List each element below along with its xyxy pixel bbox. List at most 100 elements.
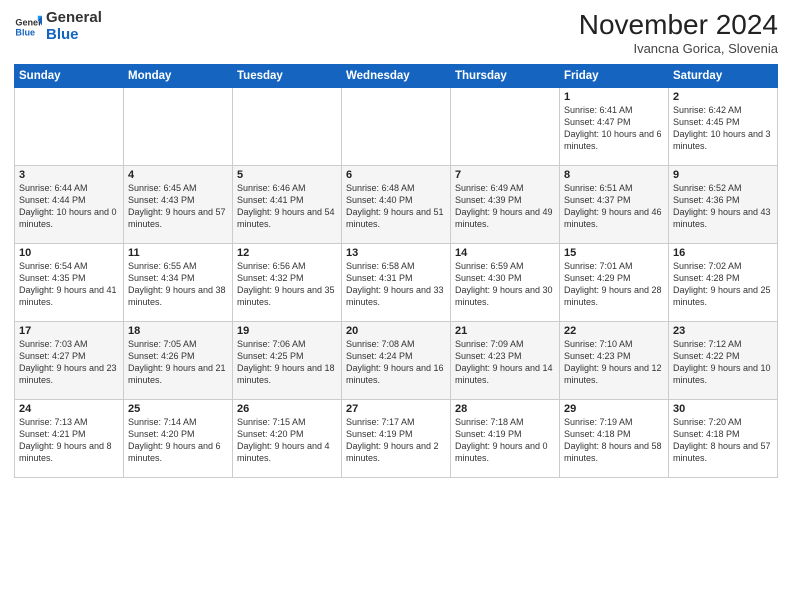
week-row-4: 17Sunrise: 7:03 AM Sunset: 4:27 PM Dayli… bbox=[15, 321, 778, 399]
day-number: 7 bbox=[455, 169, 555, 181]
day-info: Sunrise: 6:42 AM Sunset: 4:45 PM Dayligh… bbox=[673, 104, 773, 153]
day-cell: 6Sunrise: 6:48 AM Sunset: 4:40 PM Daylig… bbox=[342, 165, 451, 243]
day-cell: 18Sunrise: 7:05 AM Sunset: 4:26 PM Dayli… bbox=[124, 321, 233, 399]
day-cell: 2Sunrise: 6:42 AM Sunset: 4:45 PM Daylig… bbox=[669, 87, 778, 165]
day-number: 24 bbox=[19, 403, 119, 415]
day-cell bbox=[124, 87, 233, 165]
calendar-header-row: Sunday Monday Tuesday Wednesday Thursday… bbox=[15, 64, 778, 87]
svg-text:Blue: Blue bbox=[15, 27, 35, 37]
day-info: Sunrise: 6:41 AM Sunset: 4:47 PM Dayligh… bbox=[564, 104, 664, 153]
day-info: Sunrise: 7:17 AM Sunset: 4:19 PM Dayligh… bbox=[346, 416, 446, 465]
day-cell: 17Sunrise: 7:03 AM Sunset: 4:27 PM Dayli… bbox=[15, 321, 124, 399]
day-info: Sunrise: 7:03 AM Sunset: 4:27 PM Dayligh… bbox=[19, 338, 119, 387]
day-cell: 21Sunrise: 7:09 AM Sunset: 4:23 PM Dayli… bbox=[451, 321, 560, 399]
day-number: 8 bbox=[564, 169, 664, 181]
col-saturday: Saturday bbox=[669, 64, 778, 87]
calendar-table: Sunday Monday Tuesday Wednesday Thursday… bbox=[14, 64, 778, 478]
day-cell: 28Sunrise: 7:18 AM Sunset: 4:19 PM Dayli… bbox=[451, 399, 560, 477]
day-info: Sunrise: 7:13 AM Sunset: 4:21 PM Dayligh… bbox=[19, 416, 119, 465]
month-title: November 2024 bbox=[579, 10, 778, 41]
day-info: Sunrise: 6:48 AM Sunset: 4:40 PM Dayligh… bbox=[346, 182, 446, 231]
week-row-2: 3Sunrise: 6:44 AM Sunset: 4:44 PM Daylig… bbox=[15, 165, 778, 243]
day-number: 17 bbox=[19, 325, 119, 337]
day-cell bbox=[342, 87, 451, 165]
day-cell: 20Sunrise: 7:08 AM Sunset: 4:24 PM Dayli… bbox=[342, 321, 451, 399]
day-info: Sunrise: 6:45 AM Sunset: 4:43 PM Dayligh… bbox=[128, 182, 228, 231]
day-cell: 27Sunrise: 7:17 AM Sunset: 4:19 PM Dayli… bbox=[342, 399, 451, 477]
logo: General Blue General Blue bbox=[14, 10, 102, 43]
day-number: 29 bbox=[564, 403, 664, 415]
day-cell: 9Sunrise: 6:52 AM Sunset: 4:36 PM Daylig… bbox=[669, 165, 778, 243]
day-cell: 23Sunrise: 7:12 AM Sunset: 4:22 PM Dayli… bbox=[669, 321, 778, 399]
day-info: Sunrise: 6:59 AM Sunset: 4:30 PM Dayligh… bbox=[455, 260, 555, 309]
col-monday: Monday bbox=[124, 64, 233, 87]
day-number: 16 bbox=[673, 247, 773, 259]
day-cell: 19Sunrise: 7:06 AM Sunset: 4:25 PM Dayli… bbox=[233, 321, 342, 399]
day-number: 9 bbox=[673, 169, 773, 181]
day-info: Sunrise: 7:19 AM Sunset: 4:18 PM Dayligh… bbox=[564, 416, 664, 465]
logo-icon: General Blue bbox=[14, 13, 42, 41]
day-number: 5 bbox=[237, 169, 337, 181]
day-cell: 3Sunrise: 6:44 AM Sunset: 4:44 PM Daylig… bbox=[15, 165, 124, 243]
day-cell: 13Sunrise: 6:58 AM Sunset: 4:31 PM Dayli… bbox=[342, 243, 451, 321]
day-cell: 8Sunrise: 6:51 AM Sunset: 4:37 PM Daylig… bbox=[560, 165, 669, 243]
day-number: 19 bbox=[237, 325, 337, 337]
day-cell: 7Sunrise: 6:49 AM Sunset: 4:39 PM Daylig… bbox=[451, 165, 560, 243]
day-info: Sunrise: 7:10 AM Sunset: 4:23 PM Dayligh… bbox=[564, 338, 664, 387]
day-number: 23 bbox=[673, 325, 773, 337]
day-number: 1 bbox=[564, 91, 664, 103]
day-number: 27 bbox=[346, 403, 446, 415]
day-cell bbox=[451, 87, 560, 165]
day-number: 10 bbox=[19, 247, 119, 259]
day-number: 6 bbox=[346, 169, 446, 181]
col-sunday: Sunday bbox=[15, 64, 124, 87]
day-cell: 11Sunrise: 6:55 AM Sunset: 4:34 PM Dayli… bbox=[124, 243, 233, 321]
day-cell: 25Sunrise: 7:14 AM Sunset: 4:20 PM Dayli… bbox=[124, 399, 233, 477]
week-row-5: 24Sunrise: 7:13 AM Sunset: 4:21 PM Dayli… bbox=[15, 399, 778, 477]
day-info: Sunrise: 6:55 AM Sunset: 4:34 PM Dayligh… bbox=[128, 260, 228, 309]
day-number: 30 bbox=[673, 403, 773, 415]
day-number: 11 bbox=[128, 247, 228, 259]
day-info: Sunrise: 7:08 AM Sunset: 4:24 PM Dayligh… bbox=[346, 338, 446, 387]
week-row-1: 1Sunrise: 6:41 AM Sunset: 4:47 PM Daylig… bbox=[15, 87, 778, 165]
week-row-3: 10Sunrise: 6:54 AM Sunset: 4:35 PM Dayli… bbox=[15, 243, 778, 321]
day-number: 15 bbox=[564, 247, 664, 259]
logo-blue: Blue bbox=[46, 27, 102, 44]
day-info: Sunrise: 7:12 AM Sunset: 4:22 PM Dayligh… bbox=[673, 338, 773, 387]
day-info: Sunrise: 7:09 AM Sunset: 4:23 PM Dayligh… bbox=[455, 338, 555, 387]
day-cell: 4Sunrise: 6:45 AM Sunset: 4:43 PM Daylig… bbox=[124, 165, 233, 243]
header: General Blue General Blue November 2024 … bbox=[14, 10, 778, 56]
day-number: 28 bbox=[455, 403, 555, 415]
logo-general: General bbox=[46, 10, 102, 27]
page-container: General Blue General Blue November 2024 … bbox=[0, 0, 792, 484]
day-cell: 24Sunrise: 7:13 AM Sunset: 4:21 PM Dayli… bbox=[15, 399, 124, 477]
col-wednesday: Wednesday bbox=[342, 64, 451, 87]
day-number: 14 bbox=[455, 247, 555, 259]
day-info: Sunrise: 7:14 AM Sunset: 4:20 PM Dayligh… bbox=[128, 416, 228, 465]
day-cell: 14Sunrise: 6:59 AM Sunset: 4:30 PM Dayli… bbox=[451, 243, 560, 321]
day-info: Sunrise: 7:20 AM Sunset: 4:18 PM Dayligh… bbox=[673, 416, 773, 465]
day-number: 25 bbox=[128, 403, 228, 415]
day-info: Sunrise: 6:44 AM Sunset: 4:44 PM Dayligh… bbox=[19, 182, 119, 231]
location-subtitle: Ivancna Gorica, Slovenia bbox=[579, 41, 778, 56]
day-number: 20 bbox=[346, 325, 446, 337]
day-cell: 15Sunrise: 7:01 AM Sunset: 4:29 PM Dayli… bbox=[560, 243, 669, 321]
day-cell: 10Sunrise: 6:54 AM Sunset: 4:35 PM Dayli… bbox=[15, 243, 124, 321]
day-cell: 22Sunrise: 7:10 AM Sunset: 4:23 PM Dayli… bbox=[560, 321, 669, 399]
day-info: Sunrise: 6:58 AM Sunset: 4:31 PM Dayligh… bbox=[346, 260, 446, 309]
day-number: 4 bbox=[128, 169, 228, 181]
day-cell: 29Sunrise: 7:19 AM Sunset: 4:18 PM Dayli… bbox=[560, 399, 669, 477]
day-cell: 1Sunrise: 6:41 AM Sunset: 4:47 PM Daylig… bbox=[560, 87, 669, 165]
day-info: Sunrise: 6:46 AM Sunset: 4:41 PM Dayligh… bbox=[237, 182, 337, 231]
day-number: 2 bbox=[673, 91, 773, 103]
day-info: Sunrise: 6:49 AM Sunset: 4:39 PM Dayligh… bbox=[455, 182, 555, 231]
day-info: Sunrise: 6:54 AM Sunset: 4:35 PM Dayligh… bbox=[19, 260, 119, 309]
day-number: 18 bbox=[128, 325, 228, 337]
day-cell: 26Sunrise: 7:15 AM Sunset: 4:20 PM Dayli… bbox=[233, 399, 342, 477]
day-number: 3 bbox=[19, 169, 119, 181]
col-thursday: Thursday bbox=[451, 64, 560, 87]
day-info: Sunrise: 7:15 AM Sunset: 4:20 PM Dayligh… bbox=[237, 416, 337, 465]
day-info: Sunrise: 7:18 AM Sunset: 4:19 PM Dayligh… bbox=[455, 416, 555, 465]
day-cell: 16Sunrise: 7:02 AM Sunset: 4:28 PM Dayli… bbox=[669, 243, 778, 321]
title-block: November 2024 Ivancna Gorica, Slovenia bbox=[579, 10, 778, 56]
